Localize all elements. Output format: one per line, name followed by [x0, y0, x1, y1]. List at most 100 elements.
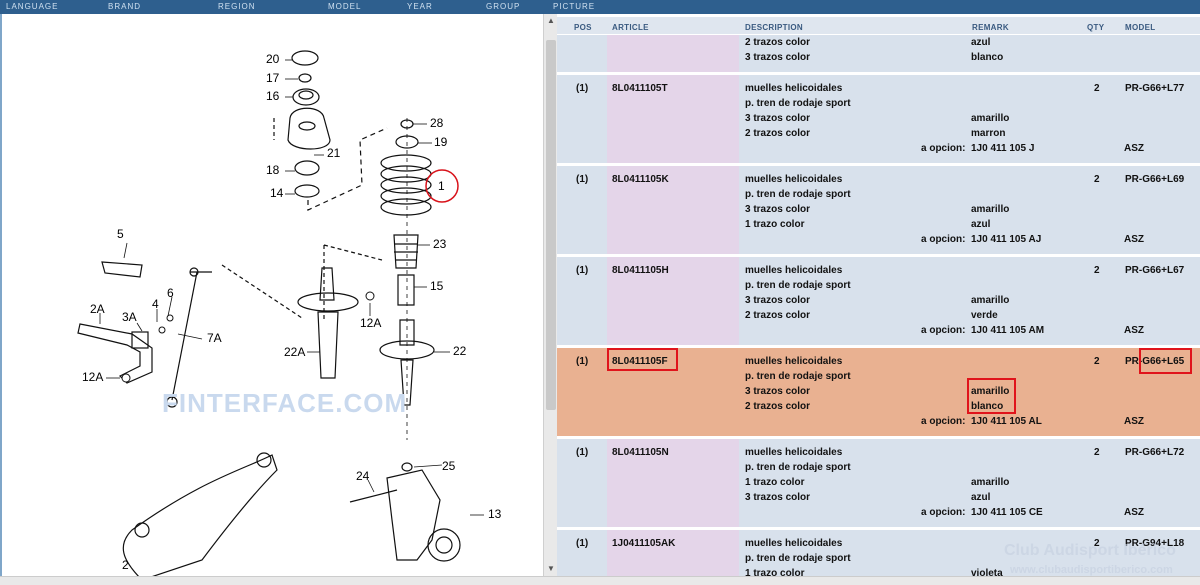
model-cell: PR-G66+L77	[1125, 83, 1185, 94]
table-row[interactable]: (1) 8L0411105N 2 PR-G66+L72 muelles helicoid…	[557, 438, 1200, 527]
opcion-value: 1J0 411 105 J	[971, 143, 1035, 154]
description-cell: 2 trazos color	[745, 37, 811, 48]
pos-cell: (1)	[576, 538, 589, 549]
label-25[interactable]: 25	[442, 459, 455, 473]
nav-model[interactable]: MODEL	[328, 2, 361, 11]
part-1-coil-spring	[380, 154, 432, 216]
opcion-label: a opcion:	[921, 325, 966, 336]
parts-table-pane: POS ARTICLE DESCRIPTION REMARK QTY MODEL…	[557, 14, 1200, 576]
label-21[interactable]: 21	[327, 146, 340, 160]
description-cell: muelles helicoidales	[745, 538, 843, 549]
table-row[interactable]: (1) 8L0411105T 2 PR-G66+L77 muelles helicoid…	[557, 74, 1200, 163]
model-cell: PR-G66+L69	[1125, 174, 1185, 185]
label-19[interactable]: 19	[434, 135, 447, 149]
col-pos[interactable]: POS	[574, 23, 592, 32]
opcion-model: ASZ	[1124, 234, 1144, 245]
table-row[interactable]: (1) 8L0411105K 2 PR-G66+L69 muelles helicoid…	[557, 165, 1200, 254]
description-cell: 3 trazos color	[745, 295, 811, 306]
part-5-bracket	[101, 261, 143, 278]
label-20[interactable]: 20	[266, 52, 279, 66]
nav-region[interactable]: REGION	[218, 2, 256, 11]
description-cell: 2 trazos color	[745, 128, 811, 139]
pos-cell: (1)	[576, 356, 589, 367]
col-description[interactable]: DESCRIPTION	[745, 23, 803, 32]
label-14[interactable]: 14	[270, 186, 283, 200]
qty-cell: 2	[1094, 83, 1100, 94]
part-13-knuckle	[386, 469, 441, 561]
label-12a-left[interactable]: 12A	[82, 370, 103, 384]
col-article[interactable]: ARTICLE	[612, 23, 649, 32]
description-cell: 3 trazos color	[745, 492, 811, 503]
description-cell: p. tren de rodaje sport	[745, 462, 851, 473]
label-17[interactable]: 17	[266, 71, 279, 85]
part-mount-housing	[287, 107, 331, 150]
part-7a-link	[171, 271, 212, 401]
label-5[interactable]: 5	[117, 227, 124, 241]
part-14-washer	[294, 184, 320, 198]
label-22[interactable]: 22	[453, 344, 466, 358]
opcion-model: ASZ	[1124, 507, 1144, 518]
nav-picture[interactable]: PICTURE	[553, 2, 595, 11]
remark-cell: verde	[971, 310, 998, 321]
scroll-thumb[interactable]	[546, 40, 556, 410]
label-22a[interactable]: 22A	[284, 345, 305, 359]
label-15[interactable]: 15	[430, 279, 443, 293]
col-remark[interactable]: REMARK	[972, 23, 1009, 32]
description-cell: p. tren de rodaje sport	[745, 98, 851, 109]
label-12a-right[interactable]: 12A	[360, 316, 381, 330]
remark-cell: amarillo	[971, 295, 1010, 306]
label-18[interactable]: 18	[266, 163, 279, 177]
nav-language[interactable]: LANGUAGE	[6, 2, 58, 11]
remark-cell: amarillo	[971, 113, 1010, 124]
description-cell: muelles helicoidales	[745, 447, 843, 458]
scroll-up-icon[interactable]: ▲	[544, 14, 558, 28]
col-model[interactable]: MODEL	[1125, 23, 1155, 32]
model-cell: PR-G66+L72	[1125, 447, 1185, 458]
nav-brand[interactable]: BRAND	[108, 2, 141, 11]
label-3a[interactable]: 3A	[122, 310, 137, 324]
table-row[interactable]: 2 trazos color azul 3 trazos color blanco	[557, 34, 1200, 72]
label-13[interactable]: 13	[488, 507, 501, 521]
description-cell: 3 trazos color	[745, 52, 811, 63]
remark-highlight-box	[967, 378, 1016, 414]
description-cell: p. tren de rodaje sport	[745, 371, 851, 382]
nav-group[interactable]: GROUP	[486, 2, 520, 11]
label-16[interactable]: 16	[266, 89, 279, 103]
label-1[interactable]: 1	[438, 179, 445, 193]
remark-cell: amarillo	[971, 204, 1010, 215]
table-row-selected[interactable]: (1) 8L0411105F 2 PR-G66+L65 muelles helicoid…	[557, 347, 1200, 436]
table-row[interactable]: (1) 8L0411105H 2 PR-G66+L67 muelles helicoid…	[557, 256, 1200, 345]
table-row[interactable]: (1) 1J0411105AK 2 PR-G94+L18 muelles helicoi…	[557, 529, 1200, 576]
remark-cell: marron	[971, 128, 1006, 139]
part-22a-strut	[319, 267, 335, 301]
opcion-label: a opcion:	[921, 143, 966, 154]
label-24[interactable]: 24	[356, 469, 369, 483]
opcion-value: 1J0 411 105 AM	[971, 325, 1045, 336]
opcion-value: 1J0 411 105 AJ	[971, 234, 1042, 245]
opcion-value: 1J0 411 105 AL	[971, 416, 1042, 427]
description-cell: muelles helicoidales	[745, 265, 843, 276]
label-7a[interactable]: 7A	[207, 331, 222, 345]
label-4[interactable]: 4	[152, 297, 159, 311]
article-highlight-box	[607, 348, 678, 371]
parts-diagram-pane: 20 17 16 18 21 14 28 19 1 23 15 5 2A 6 4…	[0, 14, 543, 576]
label-28[interactable]: 28	[430, 116, 443, 130]
label-2a[interactable]: 2A	[90, 302, 105, 316]
label-2[interactable]: 2	[122, 558, 129, 572]
description-cell: p. tren de rodaje sport	[745, 280, 851, 291]
remark-cell: violeta	[971, 568, 1003, 576]
description-cell: 1 trazo color	[745, 219, 805, 230]
remark-cell: azul	[971, 219, 991, 230]
label-6[interactable]: 6	[167, 286, 174, 300]
opcion-model: ASZ	[1124, 325, 1144, 336]
part-15-boot	[397, 274, 415, 306]
diagram-scrollbar[interactable]: ▲ ▼	[543, 14, 558, 576]
description-cell: 3 trazos color	[745, 386, 811, 397]
qty-cell: 2	[1094, 174, 1100, 185]
nav-year[interactable]: YEAR	[407, 2, 433, 11]
label-23[interactable]: 23	[433, 237, 446, 251]
part-18-bushing	[294, 160, 320, 176]
col-qty[interactable]: QTY	[1087, 23, 1104, 32]
qty-cell: 2	[1094, 538, 1100, 549]
scroll-down-icon[interactable]: ▼	[544, 562, 558, 576]
